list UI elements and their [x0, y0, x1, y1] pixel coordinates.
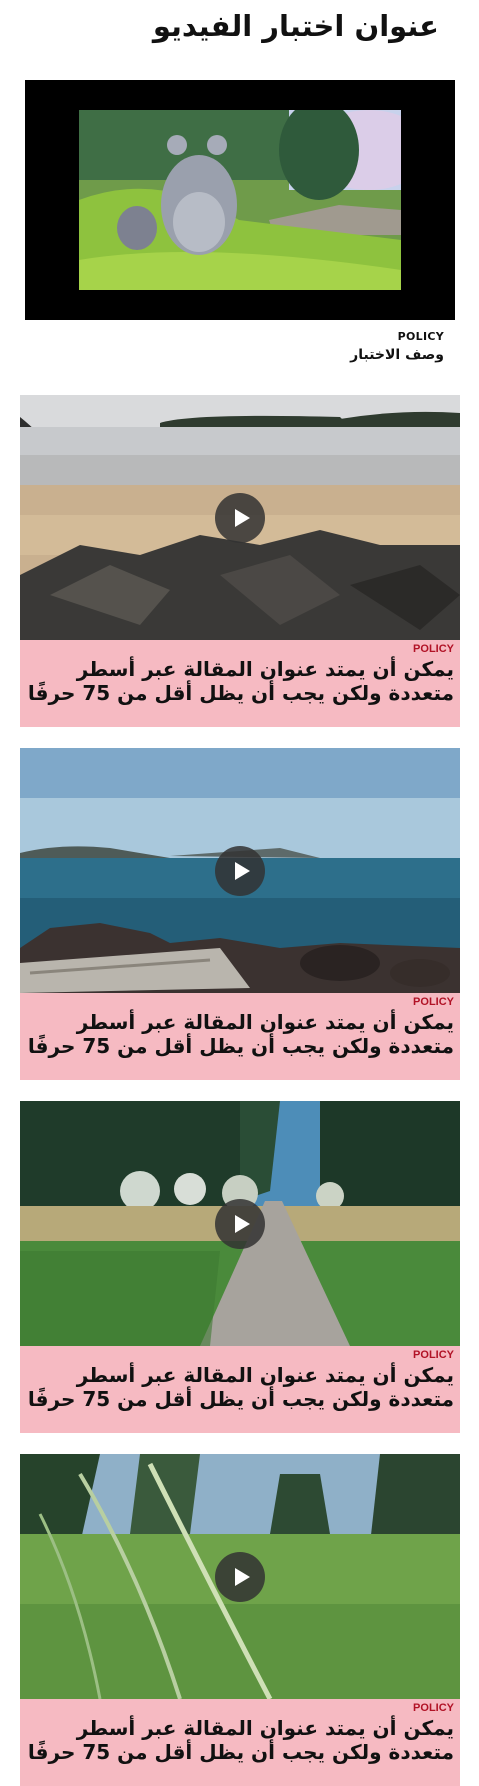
play-button[interactable]: [215, 846, 265, 896]
feature-tag: POLICY: [397, 330, 444, 343]
card-image[interactable]: [20, 1101, 460, 1346]
play-icon: [234, 509, 250, 527]
card-tag: POLICY: [413, 1349, 454, 1361]
card-tag: POLICY: [413, 643, 454, 655]
article-card[interactable]: POLICY يمكن أن يمتد عنوان المقالة عبر أس…: [20, 1454, 460, 1786]
card-tag: POLICY: [413, 996, 454, 1008]
play-icon: [234, 1215, 250, 1233]
feature-video-player[interactable]: [25, 80, 455, 320]
card-image[interactable]: [20, 1454, 460, 1699]
article-card[interactable]: POLICY يمكن أن يمتد عنوان المقالة عبر أس…: [20, 1101, 460, 1433]
play-button[interactable]: [215, 1552, 265, 1602]
page: عنوان اختبار الفيديو POLICY وصف الاختبار: [0, 0, 479, 1786]
play-icon: [234, 862, 250, 880]
play-button[interactable]: [215, 493, 265, 543]
card-title[interactable]: يمكن أن يمتد عنوان المقالة عبر أسطر متعد…: [26, 657, 454, 705]
video-thumbnail: [79, 110, 401, 290]
card-title[interactable]: يمكن أن يمتد عنوان المقالة عبر أسطر متعد…: [26, 1363, 454, 1411]
article-card[interactable]: POLICY يمكن أن يمتد عنوان المقالة عبر أس…: [20, 395, 460, 727]
play-button[interactable]: [215, 1199, 265, 1249]
card-image[interactable]: [20, 748, 460, 993]
card-title[interactable]: يمكن أن يمتد عنوان المقالة عبر أسطر متعد…: [26, 1010, 454, 1058]
feature-description: وصف الاختبار: [350, 347, 444, 363]
card-title[interactable]: يمكن أن يمتد عنوان المقالة عبر أسطر متعد…: [26, 1716, 454, 1764]
card-image[interactable]: [20, 395, 460, 640]
play-icon: [234, 1568, 250, 1586]
page-title: عنوان اختبار الفيديو: [152, 9, 439, 43]
article-card[interactable]: POLICY يمكن أن يمتد عنوان المقالة عبر أس…: [20, 748, 460, 1080]
card-tag: POLICY: [413, 1702, 454, 1714]
